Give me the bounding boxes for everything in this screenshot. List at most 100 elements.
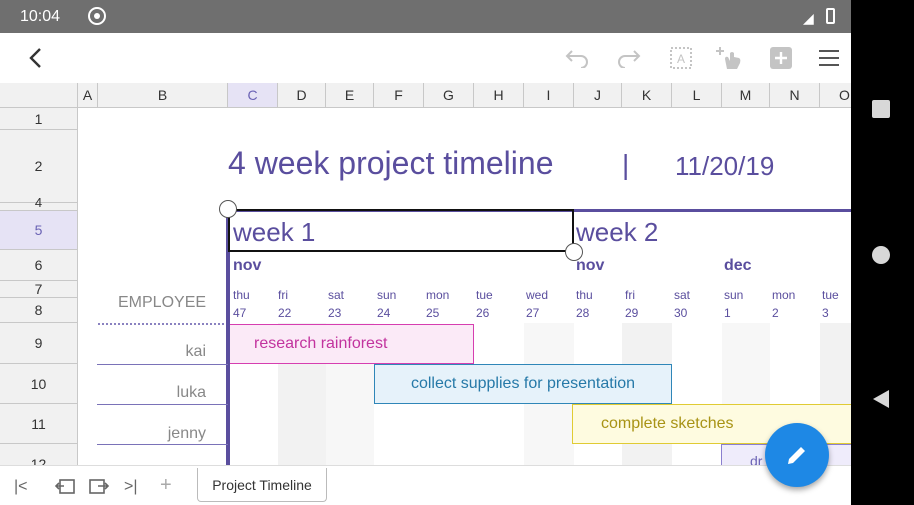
- day-of-week: thu: [233, 288, 250, 302]
- column-header-i[interactable]: I: [524, 83, 574, 108]
- back-arrow-icon: [29, 48, 41, 68]
- day-number: 30: [674, 306, 688, 320]
- employee-header: EMPLOYEE: [118, 294, 207, 311]
- day-number: 22: [278, 306, 292, 320]
- day-of-week: tue: [822, 288, 839, 302]
- last-sheet-button[interactable]: >|: [124, 478, 138, 496]
- row-header-7[interactable]: 7: [0, 281, 78, 298]
- header-divider: [98, 323, 224, 325]
- column-header-k[interactable]: K: [622, 83, 672, 108]
- back-nav-icon[interactable]: [872, 389, 890, 414]
- sheet-tab-project-timeline[interactable]: Project Timeline: [197, 468, 327, 502]
- column-header-j[interactable]: J: [574, 83, 622, 108]
- column-header-o[interactable]: O: [820, 83, 851, 108]
- day-of-week: tue: [476, 288, 493, 302]
- back-button[interactable]: [18, 41, 52, 75]
- employee-name: luka: [176, 384, 206, 401]
- page-title: 4 week project timeline: [228, 145, 554, 181]
- month-label: dec: [724, 257, 752, 274]
- day-number: 25: [426, 306, 440, 320]
- column-header-c[interactable]: C: [228, 83, 278, 108]
- day-number: 27: [526, 306, 540, 320]
- edit-fab-button[interactable]: [765, 423, 829, 487]
- title-date: 11/20/19: [675, 151, 775, 181]
- spreadsheet-grid[interactable]: A B C D E F G H I J K L M N O 1 2 4 5 6 …: [0, 83, 851, 465]
- redo-button[interactable]: [612, 41, 646, 75]
- month-label: nov: [233, 257, 262, 274]
- column-header-h[interactable]: H: [474, 83, 524, 108]
- column-header-f[interactable]: F: [374, 83, 424, 108]
- day-number: 2: [772, 306, 779, 320]
- recents-icon[interactable]: [872, 100, 890, 118]
- row-header-4[interactable]: 4: [0, 195, 78, 211]
- add-touch-button[interactable]: [712, 41, 746, 75]
- day-of-week: sat: [674, 288, 691, 302]
- status-bar: 10:04 ◢: [0, 0, 851, 33]
- day-number: 29: [625, 306, 639, 320]
- day-of-week: mon: [426, 288, 450, 302]
- hamburger-icon: [819, 50, 839, 66]
- week-2-label: week 2: [576, 217, 659, 247]
- first-sheet-button[interactable]: |<: [14, 478, 28, 496]
- column-header-l[interactable]: L: [672, 83, 722, 108]
- month-label: nov: [576, 257, 605, 274]
- row-header-2[interactable]: 2: [0, 130, 78, 203]
- signal-icon: ◢: [803, 10, 814, 26]
- battery-icon: [826, 8, 835, 24]
- row-header-6[interactable]: 6: [0, 250, 78, 281]
- status-time: 10:04: [20, 8, 61, 25]
- android-nav-bar: [851, 0, 914, 505]
- text-box-icon: A: [670, 47, 692, 69]
- add-sheet-icon[interactable]: +: [160, 474, 172, 497]
- app-toolbar: A: [0, 33, 851, 83]
- column-header-m[interactable]: M: [722, 83, 770, 108]
- column-header-g[interactable]: G: [424, 83, 474, 108]
- row-header-11[interactable]: 11: [0, 404, 78, 444]
- previous-sheet-icon[interactable]: [54, 478, 76, 501]
- home-icon[interactable]: [872, 246, 890, 264]
- text-box-button[interactable]: A: [664, 41, 698, 75]
- day-of-week: sun: [724, 288, 744, 302]
- svg-text:A: A: [677, 52, 685, 66]
- row-header-9[interactable]: 9: [0, 323, 78, 364]
- row-header-10[interactable]: 10: [0, 364, 78, 404]
- insert-plus-icon: [770, 47, 792, 69]
- row-divider: [97, 364, 228, 365]
- employee-name: kai: [185, 343, 206, 360]
- day-number: 3: [822, 306, 829, 320]
- menu-button[interactable]: [812, 41, 846, 75]
- day-of-week: sun: [377, 288, 397, 302]
- row-header-1[interactable]: 1: [0, 108, 78, 130]
- employee-name: jenny: [167, 425, 206, 442]
- title-separator: |: [622, 149, 630, 180]
- row-header-5[interactable]: 5: [0, 211, 78, 250]
- day-number: 23: [328, 306, 342, 320]
- day-of-week: thu: [576, 288, 593, 302]
- column-header-n[interactable]: N: [770, 83, 820, 108]
- cell-selection[interactable]: [228, 209, 574, 252]
- undo-button[interactable]: [560, 41, 594, 75]
- day-number: 1: [724, 306, 731, 320]
- pencil-icon: [788, 447, 805, 464]
- row-divider: [97, 444, 228, 445]
- row-header-8[interactable]: 8: [0, 298, 78, 323]
- insert-button[interactable]: [764, 41, 798, 75]
- column-header-d[interactable]: D: [278, 83, 326, 108]
- task-bar-collect-supplies[interactable]: collect supplies for presentation: [374, 364, 672, 404]
- day-of-week: fri: [625, 288, 635, 302]
- row-header-12[interactable]: 12: [0, 444, 78, 465]
- undo-icon: [565, 50, 588, 68]
- next-sheet-icon[interactable]: [88, 478, 110, 501]
- touch-add-icon: [716, 47, 741, 69]
- day-number: 28: [576, 306, 590, 320]
- column-header-a[interactable]: A: [78, 83, 98, 108]
- day-of-week: sat: [328, 288, 345, 302]
- day-number: 24: [377, 306, 391, 320]
- column-header-e[interactable]: E: [326, 83, 374, 108]
- selection-handle-start[interactable]: [219, 200, 237, 218]
- task-bar-research-rainforest[interactable]: research rainforest: [230, 324, 474, 364]
- column-header-b[interactable]: B: [98, 83, 228, 108]
- sync-icon: [88, 7, 106, 25]
- day-of-week: fri: [278, 288, 288, 302]
- select-all-corner[interactable]: [0, 83, 78, 108]
